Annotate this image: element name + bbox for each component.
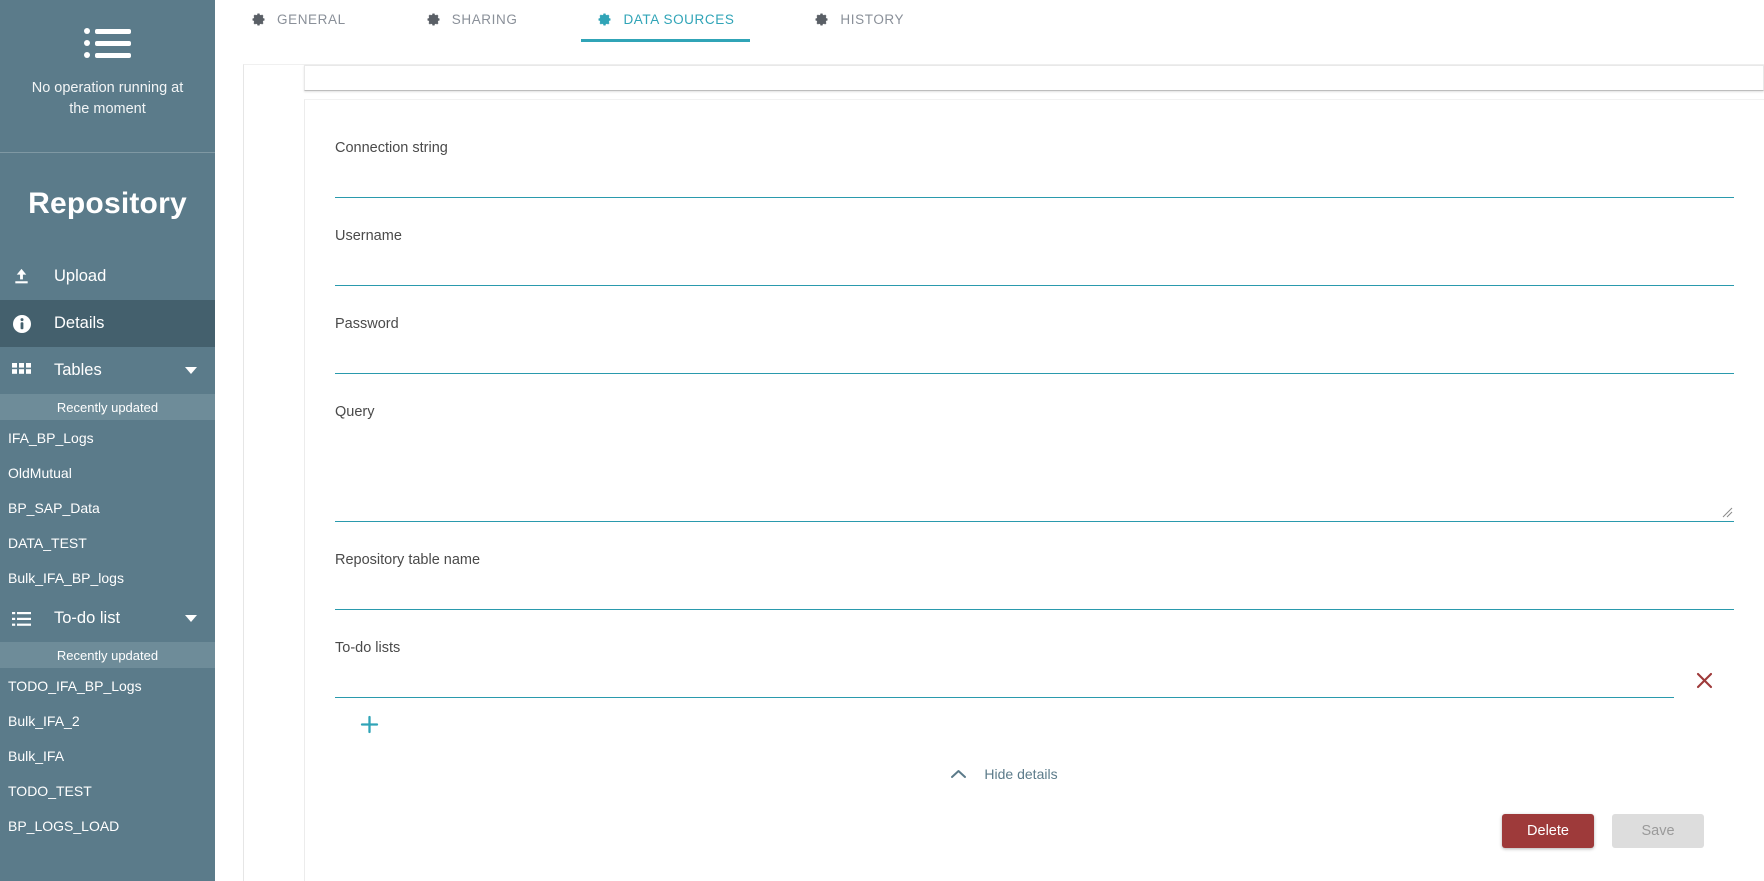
- repository-table-name-input[interactable]: [335, 574, 1734, 609]
- gear-icon: [815, 13, 828, 26]
- chevron-up-icon: [951, 770, 967, 778]
- sidebar: No operation running at the moment Repos…: [0, 0, 215, 881]
- username-input[interactable]: [335, 250, 1734, 285]
- sidebar-item-todo-list[interactable]: To-do list: [0, 595, 215, 642]
- list-item[interactable]: BP_SAP_Data: [0, 490, 215, 525]
- tab-label: HISTORY: [840, 11, 905, 27]
- field-todo-lists: To-do lists: [335, 640, 1734, 740]
- list-item[interactable]: OldMutual: [0, 455, 215, 490]
- query-underline: [335, 426, 1734, 522]
- hide-details-label: Hide details: [984, 766, 1058, 782]
- field-label: Repository table name: [335, 552, 481, 568]
- form-action-buttons: Delete Save: [335, 814, 1734, 848]
- gear-icon: [598, 13, 611, 26]
- chevron-down-icon[interactable]: [185, 367, 197, 375]
- list-item[interactable]: IFA_BP_Logs: [0, 420, 215, 455]
- field-underline: [335, 250, 1734, 286]
- sidebar-item-upload[interactable]: Upload: [0, 253, 215, 300]
- list-item[interactable]: BP_LOGS_LOAD: [0, 808, 215, 843]
- tab-label: GENERAL: [277, 11, 346, 27]
- tab-data-sources[interactable]: DATA SOURCES: [581, 0, 751, 42]
- query-textarea[interactable]: [335, 426, 1734, 520]
- operation-status-text: No operation running at the moment: [31, 80, 184, 118]
- tab-general[interactable]: GENERAL: [235, 0, 362, 38]
- field-label: To-do lists: [335, 640, 401, 656]
- sidebar-item-label: To-do list: [54, 609, 121, 628]
- list-item[interactable]: Bulk_IFA_BP_logs: [0, 560, 215, 595]
- outer-panel: Connection string Username Value cannot …: [243, 64, 1764, 881]
- chevron-down-icon[interactable]: [185, 615, 197, 623]
- field-password: Password Value cannot be empty: [335, 316, 1734, 374]
- list-item[interactable]: TODO_IFA_BP_Logs: [0, 668, 215, 703]
- field-underline: [335, 338, 1734, 374]
- sidebar-title: Repository: [28, 187, 187, 221]
- field-repository-table-name: Repository table name: [335, 552, 1734, 610]
- sidebar-item-label: Details: [54, 314, 105, 333]
- sidebar-item-label: Tables: [54, 361, 102, 380]
- upload-icon: [12, 267, 42, 286]
- plus-icon: [360, 715, 378, 733]
- remove-todo-list-button[interactable]: [1674, 662, 1734, 698]
- tab-bar: GENERAL SHARING DATA SOURCES HISTORY: [215, 0, 1764, 42]
- list-icon: [12, 611, 42, 626]
- list-item[interactable]: DATA_TEST: [0, 525, 215, 560]
- tab-sharing[interactable]: SHARING: [410, 0, 534, 38]
- data-source-form: Connection string Username Value cannot …: [335, 140, 1734, 848]
- tables-group-header: Recently updated: [0, 394, 215, 421]
- list-bullet-icon: [16, 28, 199, 58]
- sidebar-item-label: Upload: [54, 267, 107, 286]
- field-query: Query: [335, 404, 1734, 522]
- hide-details-toggle[interactable]: Hide details: [335, 766, 1734, 782]
- grid-icon: [12, 362, 42, 379]
- add-todo-list-button[interactable]: [353, 708, 385, 740]
- field-label: Password: [335, 316, 399, 332]
- field-label: Username: [335, 228, 402, 244]
- gear-icon: [252, 13, 265, 26]
- field-label: Connection string: [335, 140, 448, 156]
- field-underline: [335, 162, 1734, 198]
- tab-history[interactable]: HISTORY: [798, 0, 920, 38]
- password-input[interactable]: [335, 338, 1734, 373]
- field-underline: [335, 574, 1734, 610]
- list-item[interactable]: Bulk_IFA: [0, 738, 215, 773]
- list-item[interactable]: TODO_TEST: [0, 773, 215, 808]
- main-content: GENERAL SHARING DATA SOURCES HISTORY Con…: [215, 0, 1764, 881]
- tab-label: DATA SOURCES: [623, 11, 735, 27]
- field-underline: [335, 662, 1674, 698]
- field-username: Username Value cannot be empty: [335, 228, 1734, 286]
- close-x-icon: [1696, 672, 1712, 688]
- field-connection-string: Connection string: [335, 140, 1734, 198]
- connection-string-input[interactable]: [335, 162, 1734, 197]
- info-icon: [12, 314, 42, 334]
- gear-icon: [427, 13, 440, 26]
- field-label: Query: [335, 404, 375, 420]
- todo-list-row: [335, 662, 1734, 698]
- operation-status-panel: No operation running at the moment: [0, 0, 215, 144]
- delete-button[interactable]: Delete: [1502, 814, 1594, 848]
- tab-label: SHARING: [451, 11, 518, 27]
- todo-group-header: Recently updated: [0, 642, 215, 669]
- collapsed-section-strip[interactable]: [304, 65, 1764, 91]
- save-button[interactable]: Save: [1612, 814, 1704, 848]
- todo-list-input[interactable]: [335, 662, 1674, 697]
- sidebar-item-tables[interactable]: Tables: [0, 347, 215, 394]
- data-source-form-panel: Connection string Username Value cannot …: [304, 99, 1764, 881]
- content-area: Connection string Username Value cannot …: [215, 40, 1764, 881]
- sidebar-item-details[interactable]: Details: [0, 300, 215, 348]
- list-item[interactable]: Bulk_IFA_2: [0, 703, 215, 738]
